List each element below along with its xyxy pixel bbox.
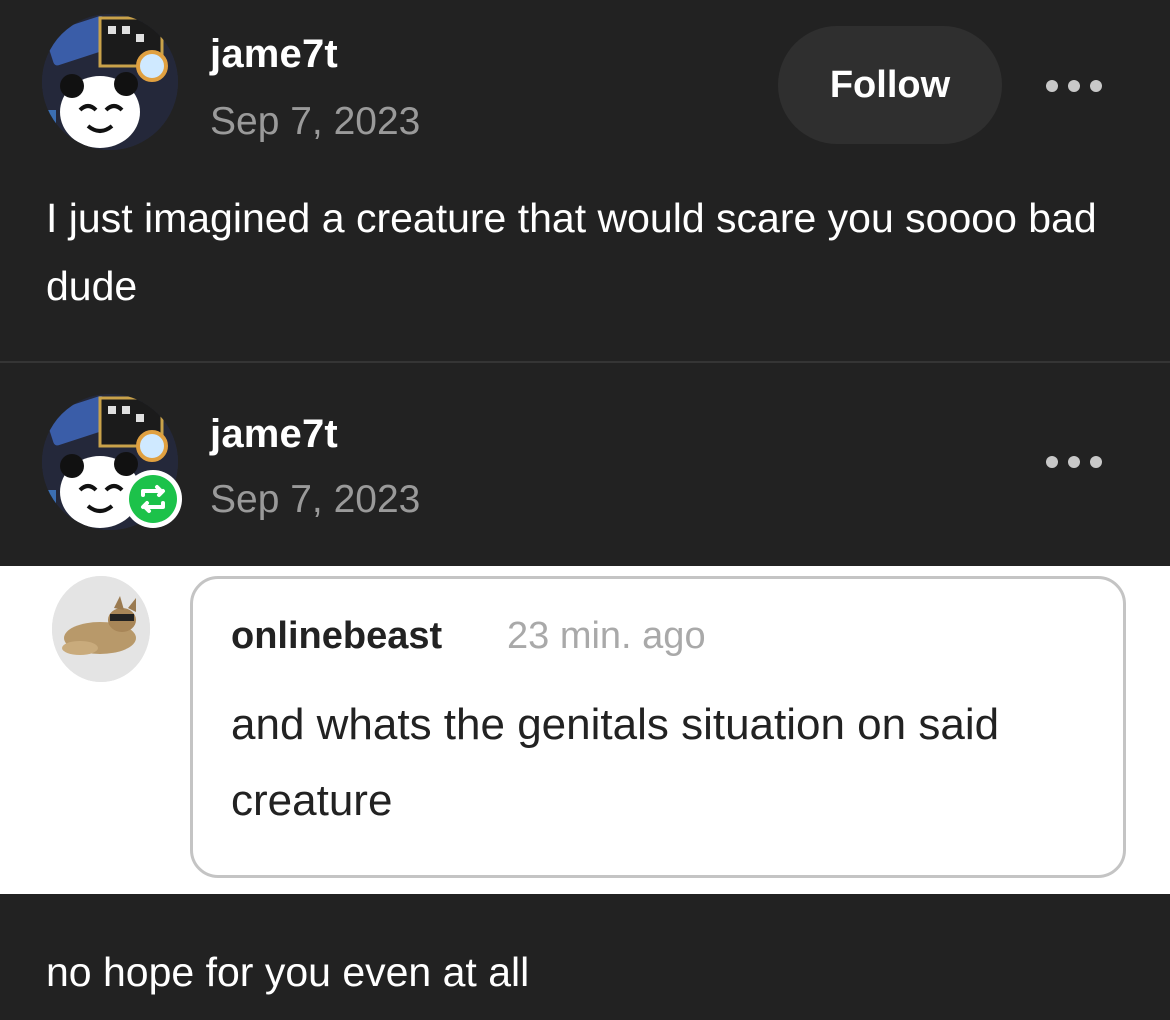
ask-bubble: onlinebeast 23 min. ago and whats the ge… bbox=[190, 576, 1126, 878]
more-options-icon[interactable] bbox=[1044, 74, 1104, 98]
ask-username: onlinebeast bbox=[231, 615, 443, 657]
reblog-header: jame7t Sep 7, 2023 bbox=[0, 380, 1170, 566]
post-header: jame7t Sep 7, 2023 Follow bbox=[0, 0, 1170, 160]
divider bbox=[0, 361, 1170, 363]
more-options-icon[interactable] bbox=[1044, 450, 1104, 474]
reblog-icon bbox=[141, 485, 165, 513]
avatar[interactable] bbox=[42, 14, 178, 150]
ask-avatar bbox=[52, 576, 150, 682]
ask-text: and whats the genitals situation on said… bbox=[231, 700, 1000, 825]
reply-text: no hope for you even at all bbox=[46, 949, 530, 995]
post-text: I just imagined a creature that would sc… bbox=[46, 195, 1097, 309]
reblog-badge bbox=[124, 470, 182, 528]
ask-time: 23 min. ago bbox=[507, 615, 706, 657]
reblog-date[interactable]: Sep 7, 2023 bbox=[210, 478, 420, 522]
embedded-ask-image: onlinebeast 23 min. ago and whats the ge… bbox=[0, 566, 1170, 894]
post-date[interactable]: Sep 7, 2023 bbox=[210, 100, 420, 144]
tumblr-post-screenshot: jame7t Sep 7, 2023 Follow I just imagine… bbox=[0, 0, 1170, 1020]
reblog-username[interactable]: jame7t bbox=[210, 412, 338, 457]
follow-button[interactable]: Follow bbox=[778, 26, 1002, 144]
post-username[interactable]: jame7t bbox=[210, 32, 338, 77]
